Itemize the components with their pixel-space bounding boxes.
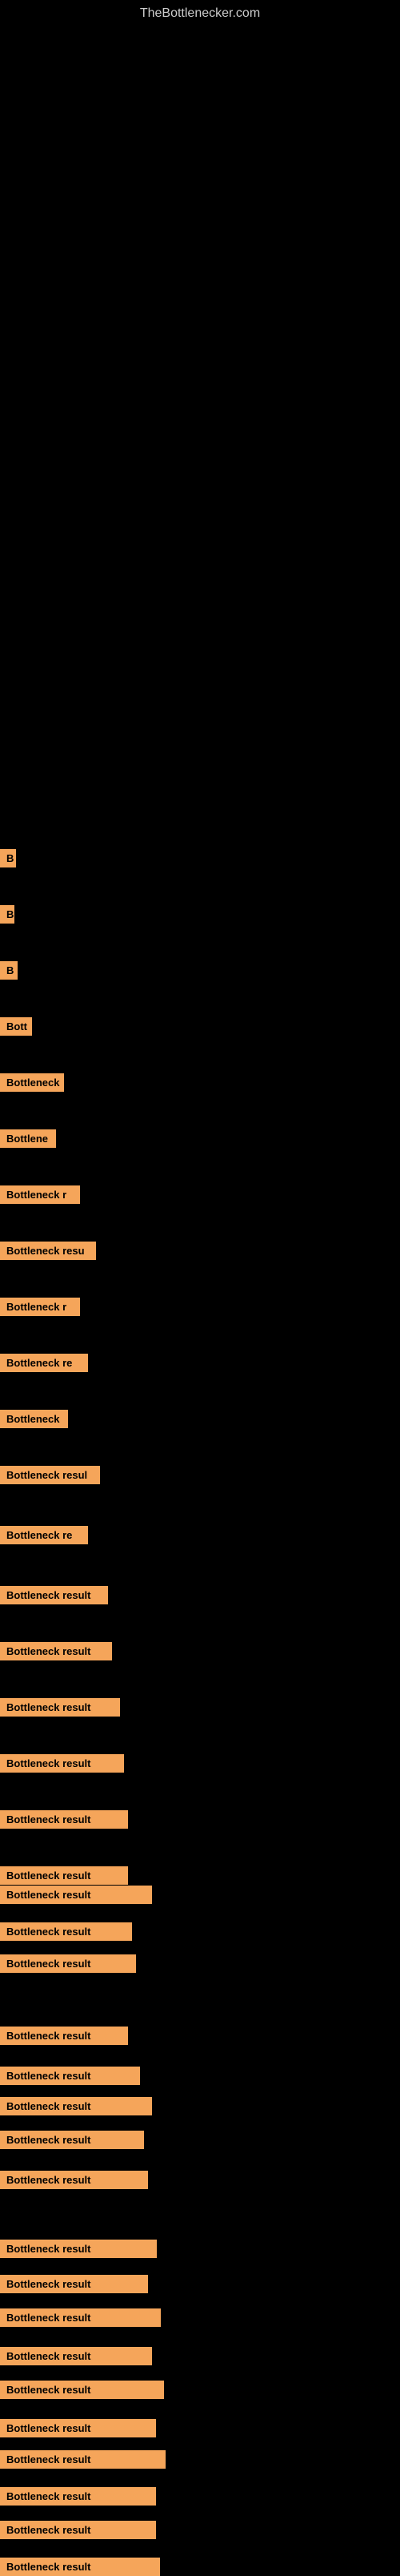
bottleneck-item: Bottleneck result: [0, 2097, 152, 2115]
bottleneck-item: Bottleneck result: [0, 1698, 120, 1717]
bottleneck-item: Bottleneck re: [0, 1354, 88, 1372]
bottleneck-item: Bottleneck result: [0, 2240, 157, 2258]
bottleneck-item: Bottleneck result: [0, 2131, 144, 2149]
bottleneck-item: Bottleneck re: [0, 1526, 88, 1544]
bottleneck-item: Bottleneck result: [0, 2419, 156, 2437]
bottleneck-item: Bottleneck result: [0, 1642, 112, 1660]
bottleneck-item: Bottleneck result: [0, 2067, 140, 2085]
bottleneck-item: Bottleneck result: [0, 2487, 156, 2506]
bottleneck-item: Bottleneck result: [0, 2450, 166, 2469]
bottleneck-item: Bottleneck: [0, 1073, 64, 1092]
bottleneck-item: Bott: [0, 1017, 32, 1036]
bottleneck-item: Bottleneck result: [0, 2275, 148, 2293]
bottleneck-item: Bottleneck result: [0, 1810, 128, 1829]
bottleneck-item: Bottleneck resu: [0, 1242, 96, 1260]
bottleneck-item: Bottlene: [0, 1129, 56, 1148]
bottleneck-item: Bottleneck r: [0, 1185, 80, 1204]
bottleneck-item: Bottleneck result: [0, 2381, 164, 2399]
bottleneck-item: Bottleneck result: [0, 1586, 108, 1604]
bottleneck-item: Bottleneck result: [0, 2308, 161, 2327]
bottleneck-item: B: [0, 905, 14, 924]
bottleneck-item: Bottleneck resul: [0, 1466, 100, 1484]
bottleneck-item: B: [0, 849, 16, 867]
bottleneck-item: Bottleneck result: [0, 2521, 156, 2539]
bottleneck-item: Bottleneck result: [0, 1866, 128, 1885]
bottleneck-item: Bottleneck result: [0, 1922, 132, 1941]
bottleneck-item: Bottleneck result: [0, 2558, 160, 2576]
bottleneck-item: Bottleneck result: [0, 2027, 128, 2045]
bottleneck-item: Bottleneck: [0, 1410, 68, 1428]
bottleneck-item: Bottleneck result: [0, 1954, 136, 1973]
bottleneck-item: Bottleneck result: [0, 2171, 148, 2189]
bottleneck-item: B: [0, 961, 18, 980]
bottleneck-item: Bottleneck result: [0, 2347, 152, 2365]
bottleneck-item: Bottleneck result: [0, 1754, 124, 1773]
bottleneck-item: Bottleneck r: [0, 1298, 80, 1316]
bottleneck-item: Bottleneck result: [0, 1886, 152, 1904]
site-title: TheBottlenecker.com: [0, 0, 400, 24]
